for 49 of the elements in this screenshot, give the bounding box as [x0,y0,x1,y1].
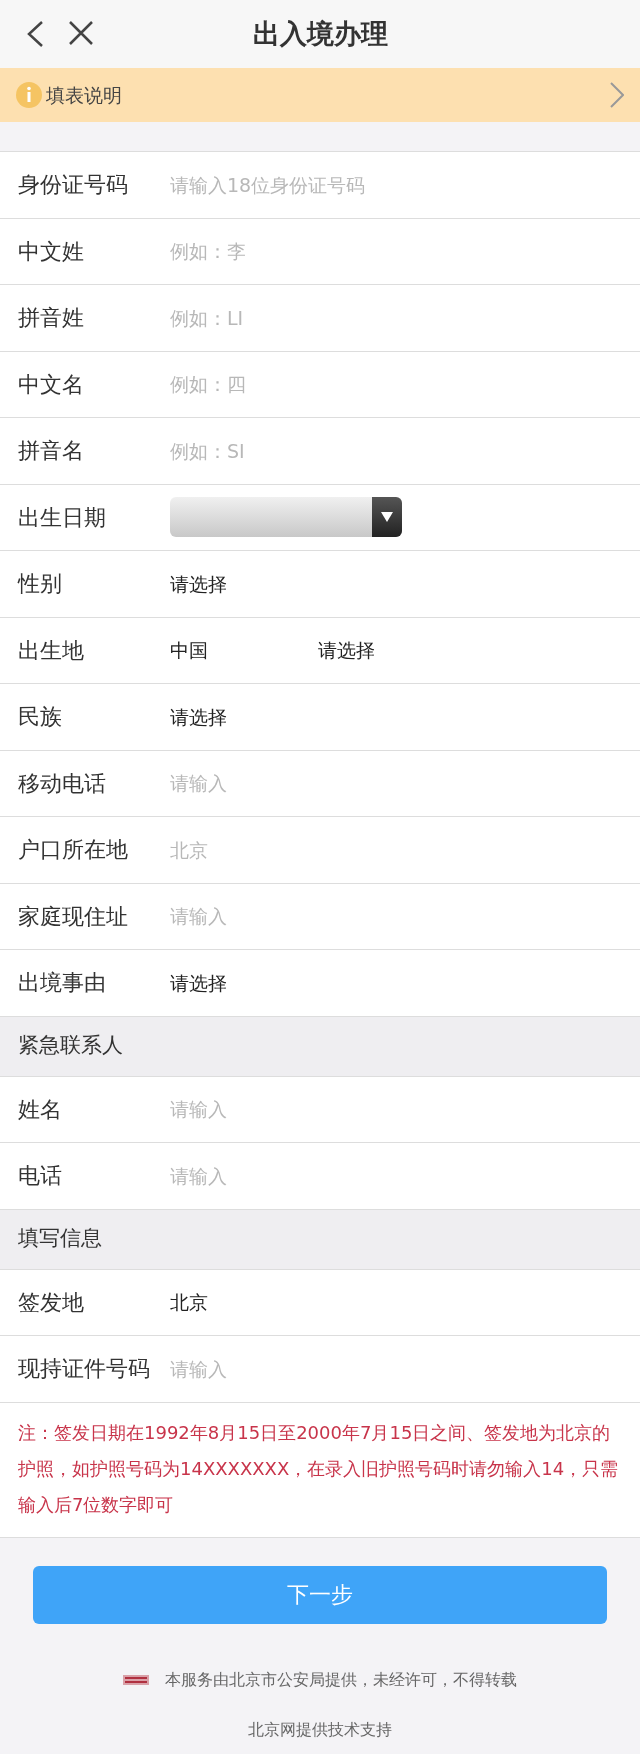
field-label: 出境事由 [18,969,107,998]
input-field[interactable]: 请输入 [170,769,622,798]
copyright-text: 本服务由北京市公安局提供，未经许可，不得转载 [165,1668,517,1691]
select-field[interactable]: 中国 [170,636,208,665]
field-label: 中文姓 [18,237,85,266]
input-field[interactable]: 例如：LI [170,303,622,332]
field-label: 出生地 [18,636,85,665]
input-field[interactable]: 请输入18位身份证号码 [170,170,622,199]
field-label: 签发地 [18,1288,85,1317]
field-label: 拼音名 [18,437,85,466]
close-icon[interactable] [68,20,94,46]
section-heading: 填写信息 [18,1225,102,1253]
field-label: 姓名 [18,1095,63,1124]
note-text: 注：签发日期在1992年8月15日至2000年7月15日之间、签发地为北京的护照，如护照号码为14XXXXXXX，在录入旧护照号码时请勿输入14，只需输入后7位数字即可 [0,1402,640,1538]
field-label: 电话 [18,1162,63,1191]
field-label: 性别 [18,570,63,599]
field-label: 民族 [18,703,63,732]
banner-text: 填表说明 [46,82,123,108]
select-field[interactable]: 请选择 [170,968,227,997]
date-dropdown[interactable] [170,497,402,538]
field-label: 出生日期 [18,503,107,532]
section-heading: 紧急联系人 [18,1032,123,1060]
tech-support-text: 北京网提供技术支持 [248,1718,392,1741]
input-field[interactable]: 请输入 [170,902,622,931]
input-field[interactable]: 请输入 [170,1161,622,1190]
input-field[interactable]: 北京 [170,835,622,864]
input-field[interactable]: 例如：SI [170,436,622,465]
field-label: 户口所在地 [18,836,129,865]
input-field[interactable]: 请输入 [170,1095,622,1124]
select-field[interactable]: 请选择 [170,702,227,731]
select-field[interactable]: 北京 [170,1288,208,1317]
input-field[interactable]: 例如：四 [170,370,622,399]
field-label: 拼音姓 [18,304,85,333]
field-label: 中文名 [18,370,85,399]
caret-down-icon [381,512,393,523]
page-title: 出入境办理 [252,16,388,51]
select-field[interactable]: 请选择 [170,569,227,598]
badge-icon [123,1674,149,1685]
field-label: 家庭现住址 [18,902,129,931]
field-label: 身份证号码 [18,171,129,200]
chevron-right-icon [610,82,624,108]
back-icon[interactable] [26,20,44,48]
field-label: 现持证件号码 [18,1355,151,1384]
info-icon [16,82,42,108]
select-field[interactable]: 请选择 [318,636,375,665]
instructions-banner[interactable]: 填表说明 [0,68,640,122]
input-field[interactable]: 请输入 [170,1354,622,1383]
field-label: 移动电话 [18,769,107,798]
input-field[interactable]: 例如：李 [170,237,622,266]
